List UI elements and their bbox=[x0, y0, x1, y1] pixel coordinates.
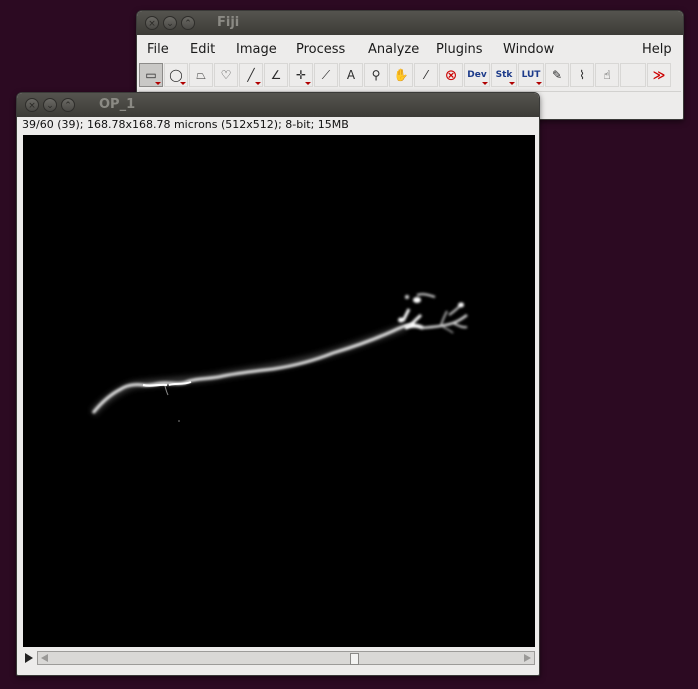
menu-help[interactable]: Help bbox=[642, 42, 672, 57]
image-window: × ⌄ ⌃ OP_1 39/60 (39); 168.78x168.78 mic… bbox=[16, 92, 540, 676]
dev-menu-icon[interactable]: Dev bbox=[464, 63, 490, 87]
text-tool-icon[interactable]: A bbox=[339, 63, 363, 87]
polygon-tool-glyph: ⏢ bbox=[196, 67, 206, 82]
dropdown-indicator-icon bbox=[180, 82, 186, 85]
empty-tool-slot bbox=[620, 63, 646, 87]
dropdown-indicator-icon bbox=[509, 82, 515, 85]
fiji-titlebar[interactable]: × ⌄ ⌃ Fiji bbox=[137, 11, 683, 35]
close-icon[interactable]: × bbox=[25, 98, 39, 112]
minimize-icon[interactable]: ⌄ bbox=[163, 16, 177, 30]
toolbar: ▭ ◯ ⏢ ♡ ╱ ∠ ✛ ⟋ A ⚲ ✋ ⁄ ⊗ Dev Stk LUT ✎ ⌇ ☝ ≫ bbox=[139, 63, 681, 89]
stk-menu-glyph: Stk bbox=[495, 70, 513, 80]
menu-image[interactable]: Image bbox=[236, 42, 277, 57]
freehand-tool-glyph: ♡ bbox=[220, 68, 232, 82]
point-tool-glyph: ✛ bbox=[295, 68, 307, 82]
dropdown-indicator-icon bbox=[305, 82, 311, 85]
point-tool-icon[interactable]: ✛ bbox=[289, 63, 313, 87]
angle-tool-glyph: ∠ bbox=[270, 68, 282, 82]
color-picker-tool-glyph: ⁄ bbox=[424, 68, 427, 82]
brush-tool-icon[interactable]: ⌇ bbox=[570, 63, 594, 87]
magnifier-tool-icon[interactable]: ⚲ bbox=[364, 63, 388, 87]
stk-menu-icon[interactable]: Stk bbox=[491, 63, 517, 87]
image-window-title: OP_1 bbox=[99, 97, 136, 112]
menu-analyze[interactable]: Analyze bbox=[368, 42, 419, 57]
window-controls: × ⌄ ⌃ bbox=[25, 98, 75, 112]
color-picker-tool-icon[interactable]: ⁄ bbox=[414, 63, 438, 87]
text-tool-glyph: A bbox=[346, 68, 356, 82]
line-tool-glyph: ╱ bbox=[247, 68, 255, 82]
menubar: File Edit Image Process Analyze Plugins … bbox=[137, 37, 683, 61]
polygon-tool-icon[interactable]: ⏢ bbox=[189, 63, 213, 87]
stop-tool-glyph: ⊗ bbox=[444, 66, 458, 84]
magnifier-tool-glyph: ⚲ bbox=[371, 68, 381, 82]
pencil-tool-icon[interactable]: ✎ bbox=[545, 63, 569, 87]
lut-menu-icon[interactable]: LUT bbox=[518, 63, 544, 87]
rectangle-tool-icon[interactable]: ▭ bbox=[139, 63, 163, 87]
menu-edit[interactable]: Edit bbox=[190, 42, 215, 57]
oval-tool-icon[interactable]: ◯ bbox=[164, 63, 188, 87]
slice-scrollbar-thumb[interactable] bbox=[350, 653, 360, 665]
more-tools-glyph: ≫ bbox=[652, 68, 666, 82]
wand-tool-icon[interactable]: ⟋ bbox=[314, 63, 338, 87]
image-canvas[interactable] bbox=[23, 135, 535, 647]
dev-menu-glyph: Dev bbox=[467, 70, 487, 80]
close-icon[interactable]: × bbox=[145, 16, 159, 30]
image-titlebar[interactable]: × ⌄ ⌃ OP_1 bbox=[17, 93, 539, 117]
line-tool-icon[interactable]: ╱ bbox=[239, 63, 263, 87]
stop-tool-icon[interactable]: ⊗ bbox=[439, 63, 463, 87]
dropdown-indicator-icon bbox=[255, 82, 261, 85]
dropdown-indicator-icon bbox=[155, 82, 161, 85]
menu-window[interactable]: Window bbox=[503, 42, 554, 57]
lut-menu-glyph: LUT bbox=[521, 70, 541, 80]
hand-tool-glyph: ✋ bbox=[393, 68, 409, 82]
slice-scrollbar-row bbox=[23, 650, 535, 668]
image-content bbox=[90, 293, 468, 422]
minimize-icon[interactable]: ⌄ bbox=[43, 98, 57, 112]
window-controls: × ⌄ ⌃ bbox=[145, 16, 195, 30]
freehand-tool-icon[interactable]: ♡ bbox=[214, 63, 238, 87]
maximize-icon[interactable]: ⌃ bbox=[181, 16, 195, 30]
hand-tool-icon[interactable]: ✋ bbox=[389, 63, 413, 87]
pencil-tool-glyph: ✎ bbox=[551, 68, 563, 82]
flood-fill-tool-icon[interactable]: ☝ bbox=[595, 63, 619, 87]
scroll-left-icon[interactable] bbox=[41, 654, 48, 662]
play-icon[interactable] bbox=[25, 653, 33, 663]
brush-tool-glyph: ⌇ bbox=[579, 68, 585, 82]
wand-tool-glyph: ⟋ bbox=[321, 67, 331, 82]
image-info: 39/60 (39); 168.78x168.78 microns (512x5… bbox=[22, 118, 349, 131]
dropdown-indicator-icon bbox=[536, 82, 542, 85]
slice-scrollbar[interactable] bbox=[37, 651, 535, 665]
menu-file[interactable]: File bbox=[147, 42, 169, 57]
angle-tool-icon[interactable]: ∠ bbox=[264, 63, 288, 87]
scroll-right-icon[interactable] bbox=[524, 654, 531, 662]
more-tools-icon[interactable]: ≫ bbox=[647, 63, 671, 87]
rectangle-tool-glyph: ▭ bbox=[145, 68, 157, 82]
dropdown-indicator-icon bbox=[482, 82, 488, 85]
fiji-window-title: Fiji bbox=[217, 15, 240, 30]
menu-process[interactable]: Process bbox=[296, 42, 345, 57]
oval-tool-glyph: ◯ bbox=[169, 68, 183, 82]
menu-plugins[interactable]: Plugins bbox=[436, 42, 483, 57]
maximize-icon[interactable]: ⌃ bbox=[61, 98, 75, 112]
flood-fill-tool-glyph: ☝ bbox=[603, 68, 611, 82]
